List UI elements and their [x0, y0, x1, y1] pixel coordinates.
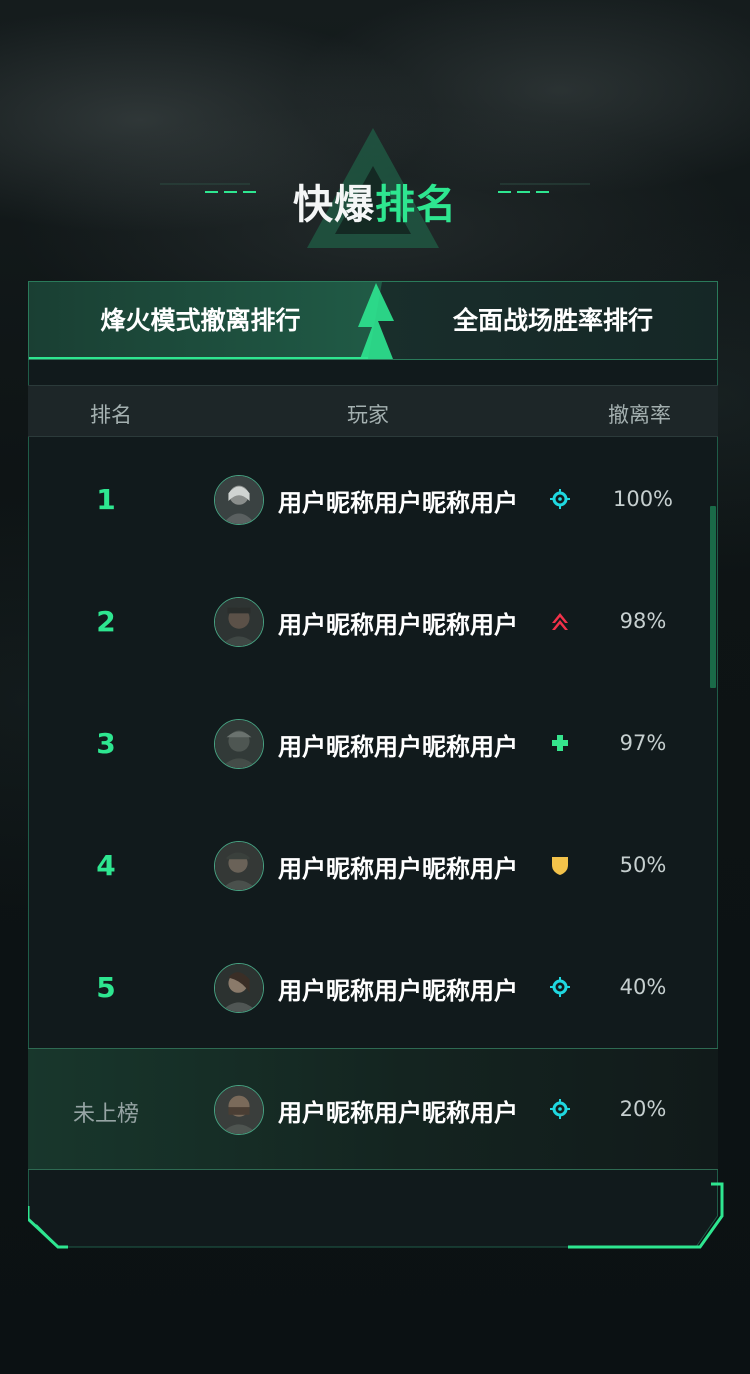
scrollbar[interactable]: [710, 506, 716, 688]
row-rank: 4: [96, 849, 116, 882]
plus-icon: [552, 735, 568, 751]
avatar[interactable]: [214, 475, 264, 525]
row-rank: 5: [96, 971, 116, 1004]
avatar[interactable]: [214, 841, 264, 891]
crosshair-icon: [550, 489, 570, 509]
tab-winrate-ranking[interactable]: 全面战场胜率排行: [388, 281, 718, 360]
page-title-white: 快爆: [293, 182, 375, 228]
header-player: 玩家: [347, 403, 389, 427]
chevron-up-icon: [552, 613, 568, 630]
title-banner: 快爆排名: [0, 120, 750, 260]
avatar[interactable]: [214, 1085, 264, 1135]
page-title-green: 排名: [375, 182, 457, 228]
avatar[interactable]: [214, 719, 264, 769]
crosshair-icon: [550, 977, 570, 997]
table-row[interactable]: 4 用户昵称用户昵称用户 50%: [28, 805, 718, 927]
table-row[interactable]: 2 用户昵称用户昵称用户 98%: [28, 561, 718, 683]
page-title: 快爆排名: [0, 172, 750, 230]
row-rank: 3: [96, 727, 116, 760]
table-header: 排名 玩家 撤离率: [28, 385, 718, 437]
table-row[interactable]: 1 用户昵称用户昵称用户 100%: [28, 439, 718, 561]
row-rate: 50%: [619, 853, 667, 877]
table-row[interactable]: 3 用户昵称用户昵称用户 97%: [28, 683, 718, 805]
player-name: 用户昵称用户昵称用户: [278, 1099, 518, 1127]
row-rank: 2: [96, 605, 116, 638]
self-row[interactable]: 未上榜 用户昵称用户昵称用户 20%: [28, 1048, 718, 1170]
player-name: 用户昵称用户昵称用户: [278, 733, 518, 761]
row-rate: 97%: [619, 731, 667, 755]
shield-icon: [552, 857, 568, 875]
avatar[interactable]: [214, 963, 264, 1013]
table-row[interactable]: 5 用户昵称用户昵称用户 40%: [28, 927, 718, 1049]
header-rate: 撤离率: [608, 403, 671, 427]
player-name: 用户昵称用户昵称用户: [278, 611, 518, 639]
row-rank: 1: [96, 483, 116, 516]
player-name: 用户昵称用户昵称用户: [278, 489, 518, 517]
self-rank: 未上榜: [72, 1102, 139, 1127]
row-rate: 98%: [619, 609, 667, 633]
row-rate: 40%: [619, 975, 667, 999]
ranking-panel: 烽火模式撤离排行 全面战场胜率排行 排名 玩家 撤离率 1 用户昵称用户昵称用户…: [28, 281, 724, 1249]
tab-bar: 烽火模式撤离排行 全面战场胜率排行: [28, 281, 718, 360]
player-name: 用户昵称用户昵称用户: [278, 977, 518, 1005]
player-name: 用户昵称用户昵称用户: [278, 855, 518, 883]
row-rate: 100%: [612, 487, 674, 511]
crosshair-icon: [550, 1099, 570, 1119]
tab-extraction-ranking[interactable]: 烽火模式撤离排行: [28, 281, 373, 360]
self-rate: 20%: [619, 1097, 667, 1121]
header-rank: 排名: [90, 403, 132, 427]
avatar[interactable]: [214, 597, 264, 647]
